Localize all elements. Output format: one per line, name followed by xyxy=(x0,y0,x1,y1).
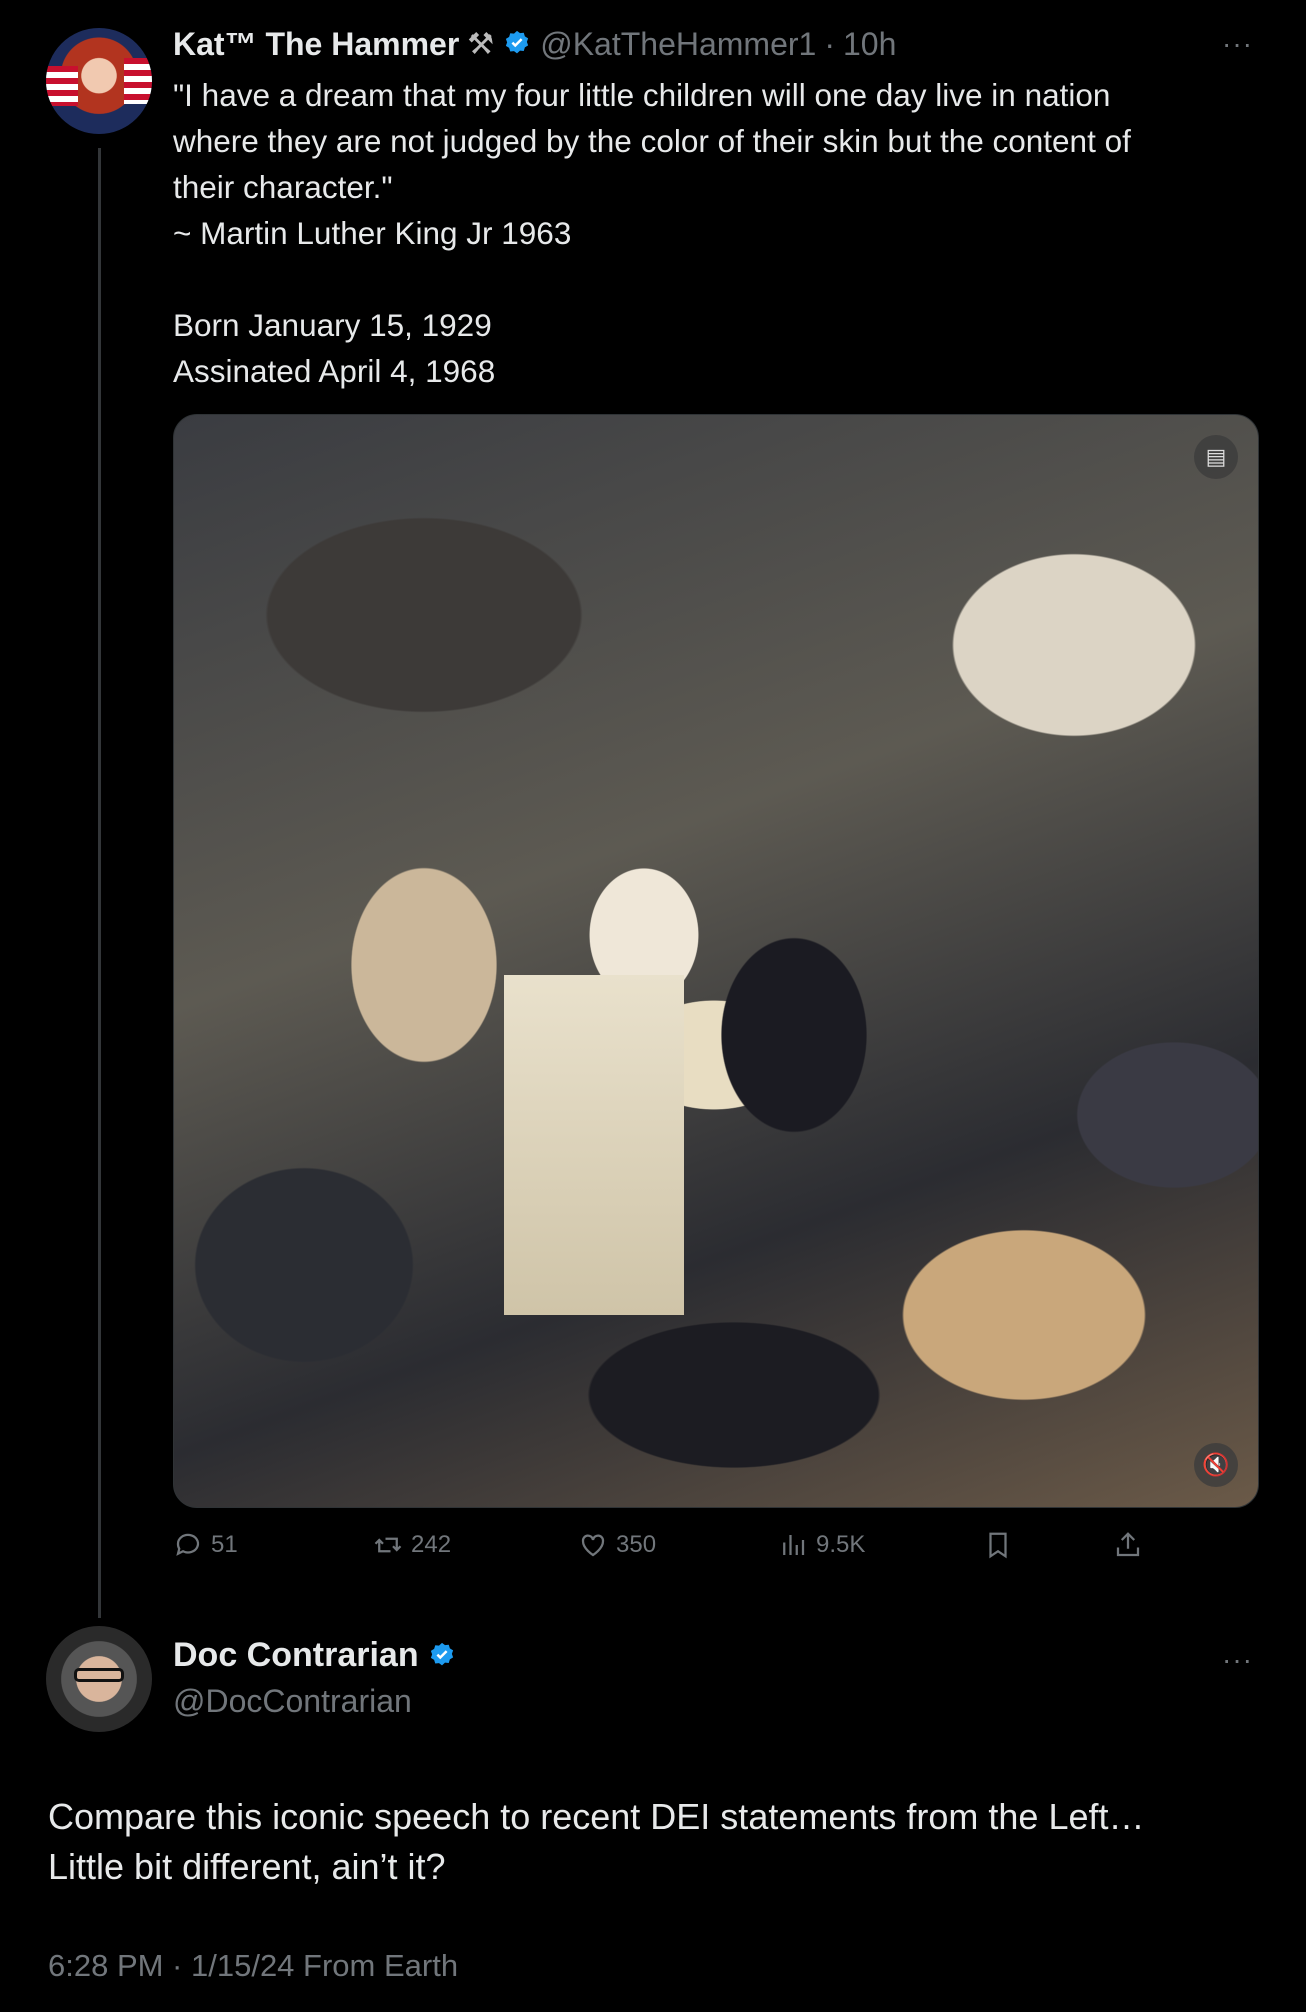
reply-more-options-button[interactable]: ··· xyxy=(1222,1644,1253,1676)
reply-header: Doc Contrarian @DocContrarian xyxy=(173,1636,457,1720)
like-button[interactable]: 350 xyxy=(578,1530,656,1560)
share-icon xyxy=(1116,1532,1140,1557)
tweet-text: "I have a dream that my four little chil… xyxy=(173,77,1131,389)
views-count: 9.5K xyxy=(816,1531,866,1558)
tweet-header: Kat™ The Hammer ⚒ @KatTheHammer1 · 10h xyxy=(173,22,896,66)
tweet-video[interactable]: ▤ 🔇 xyxy=(173,414,1259,1508)
glasses-detail xyxy=(74,1668,124,1682)
bookmark-icon xyxy=(989,1532,1007,1559)
verified-badge-icon xyxy=(506,30,529,54)
heart-icon xyxy=(581,1534,605,1557)
more-options-button[interactable]: ··· xyxy=(1222,28,1253,60)
repost-icon xyxy=(374,1537,402,1553)
flag-decoration xyxy=(124,58,152,104)
bookmark-button[interactable] xyxy=(983,1530,1013,1560)
author-name[interactable]: Kat™ The Hammer xyxy=(173,26,459,63)
avatar[interactable] xyxy=(46,28,152,134)
repost-button[interactable]: 242 xyxy=(373,1530,451,1560)
tweet-action-bar: 51 242 350 9.5K xyxy=(173,1530,1173,1570)
reply-text: Compare this iconic speech to recent DEI… xyxy=(48,1796,1145,1887)
reply-timestamp-footer: 6:28 PM · 1/15/24 From Earth xyxy=(48,1948,459,1983)
author-handle[interactable]: @KatTheHammer1 xyxy=(540,26,816,63)
like-count: 350 xyxy=(616,1531,657,1558)
mute-icon[interactable]: 🔇 xyxy=(1194,1443,1238,1487)
thread-connector-line xyxy=(98,148,101,1618)
podium-image-detail xyxy=(504,975,684,1315)
flag-decoration xyxy=(46,66,78,106)
repost-count: 242 xyxy=(411,1531,452,1558)
reply-author-name[interactable]: Doc Contrarian xyxy=(173,1636,419,1675)
reply-count: 51 xyxy=(211,1531,238,1558)
verified-badge-icon xyxy=(430,1642,453,1665)
avatar[interactable] xyxy=(46,1626,152,1732)
tweet-time[interactable]: 10h xyxy=(843,26,896,63)
captions-icon[interactable]: ▤ xyxy=(1194,435,1238,479)
separator-dot: · xyxy=(824,25,835,62)
share-button[interactable] xyxy=(1113,1530,1143,1560)
reply-author-handle[interactable]: @DocContrarian xyxy=(173,1683,457,1720)
views-chart-icon xyxy=(783,1535,805,1555)
reply-author-row: Doc Contrarian xyxy=(173,1636,457,1675)
hammer-pick-emoji: ⚒ xyxy=(467,27,495,61)
reply-icon xyxy=(176,1533,200,1556)
views-button[interactable]: 9.5K xyxy=(778,1530,865,1560)
reply-button[interactable]: 51 xyxy=(173,1530,238,1560)
